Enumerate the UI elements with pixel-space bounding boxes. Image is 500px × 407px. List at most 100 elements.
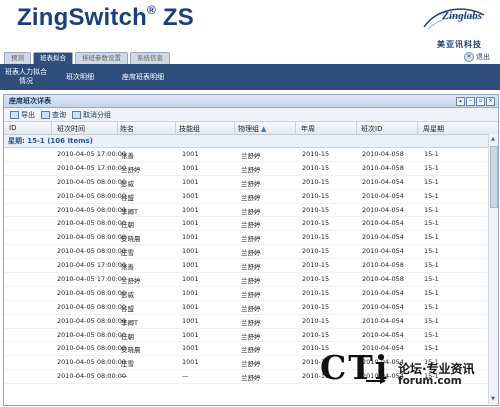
minimize-icon[interactable]: − <box>466 97 475 106</box>
scrollbar-thumb[interactable] <box>490 146 498 208</box>
logout-button[interactable]: ✕ 退出 <box>464 52 490 62</box>
cell-physical-group: 兰舒婷 <box>241 249 261 258</box>
cell-year-week: 2010-15 <box>302 177 330 186</box>
cell-physical-group: 兰舒婷 <box>241 277 261 286</box>
close-panel-icon[interactable]: × <box>486 97 495 106</box>
table-row[interactable]: 2010-04-05 08:00:00 谷盟 1001 兰舒婷 2010-15 2010-… <box>4 301 498 315</box>
column-header-weekday[interactable]: 周星期 <box>423 124 444 134</box>
export-button[interactable]: 导出 <box>10 110 35 120</box>
table-header: ID 班次时间 姓名 技能组 物理组 ▲ 年周 班次ID 周星期 <box>4 122 498 135</box>
cell-name: 张善 <box>121 152 134 160</box>
physical-group-label: 物理组 <box>238 125 259 133</box>
export-icon <box>10 110 19 119</box>
cell-year-week: 2010-15 <box>302 191 330 200</box>
table-row[interactable]: 2010-04-05 08:00:00 彭威 1001 兰舒婷 2010-15 2010-… <box>4 287 498 301</box>
subnav-shift-detail[interactable]: 班次明细 <box>52 72 108 82</box>
cell-skill-group: 1001 <box>182 219 199 228</box>
scroll-up-icon[interactable]: ▲ <box>490 136 496 142</box>
cell-name: 庄雪 <box>121 249 134 258</box>
forum-watermark: CTi 论坛·专业资讯 forum.com <box>318 348 500 407</box>
cell-skill-group: 1001 <box>182 275 199 284</box>
table-row[interactable]: 2010-04-05 08:00:00 任朝 1001 兰舒婷 2010-15 2010-… <box>4 329 498 343</box>
subnav-agent-schedule[interactable]: 座席班表明细 <box>108 72 178 82</box>
table-row[interactable]: 2010-04-05 08:00:00 彭威 1001 兰舒婷 2010-15 2010-… <box>4 176 498 190</box>
cell-physical-group: 兰舒婷 <box>241 193 261 202</box>
cell-year-week: 2010-15 <box>302 330 330 339</box>
cell-skill-group: — <box>182 372 189 381</box>
column-header-shift-time[interactable]: 班次时间 <box>57 124 85 134</box>
collapse-icon[interactable]: ▴ <box>456 97 465 106</box>
cell-skill-group: 1001 <box>182 288 199 297</box>
cell-shift-time: 2010-04-05 08:00:00 <box>57 372 127 381</box>
app-title-name: ZingSwitch <box>17 4 147 31</box>
table-row[interactable]: 2010-04-05 08:00:00 安晓晨 1001 兰舒婷 2010-15 2010… <box>4 231 498 246</box>
subnav-staffing-fit[interactable]: 班表人力拟合情况 <box>0 68 52 86</box>
cell-name: 兰舒婷 <box>121 277 141 286</box>
cell-shift-id: 2010-04-054 <box>362 302 404 311</box>
cell-skill-group: 1001 <box>182 233 199 242</box>
cell-name: 任朝 <box>121 221 134 230</box>
logout-label: 退出 <box>476 53 490 61</box>
cell-shift-id: 2010-04-058 <box>362 150 404 158</box>
table-row[interactable]: 2010-04-05 08:00:00 庄雪 1001 兰舒婷 2010-15 2010-… <box>4 245 498 260</box>
table-row[interactable]: 2010-04-05 08:00:00 李卿T 1001 兰舒婷 2010-15 2010… <box>4 204 498 218</box>
panel-title: 座席班次详表 <box>9 97 51 105</box>
column-header-id[interactable]: ID <box>9 124 16 132</box>
table-row[interactable]: 2010-04-05 08:00:00 任朝 1001 兰舒婷 2010-15 2010-… <box>4 217 498 232</box>
table-row[interactable]: 2010-04-05 17:00:00 张善 1001 兰舒婷 2010-15 2010-… <box>4 259 498 274</box>
cell-shift-id: 2010-04-058 <box>362 261 404 270</box>
cell-weekday: 15-1 <box>424 205 439 214</box>
cell-skill-group: 1001 <box>182 177 199 186</box>
cell-shift-id: 2010-04-054 <box>362 247 404 256</box>
tab-system-info[interactable]: 系统信息 <box>130 52 170 64</box>
column-header-physical-group[interactable]: 物理组 ▲ <box>238 124 266 134</box>
column-header-year-week[interactable]: 年周 <box>301 124 315 134</box>
cell-name: 兰舒婷 <box>121 165 141 174</box>
group-row[interactable]: 星期: 15-1 (106 Items) <box>4 135 498 148</box>
cell-shift-time: 2010-04-05 08:00:00 <box>57 177 127 186</box>
cell-physical-group: 兰舒婷 <box>241 263 261 272</box>
cell-name: 彭威 <box>121 290 134 299</box>
cell-shift-id: 2010-04-054 <box>362 191 404 200</box>
cell-physical-group: 兰舒婷 <box>241 318 261 327</box>
cell-name: 庄雪 <box>121 360 134 369</box>
cell-physical-group: 兰舒婷 <box>241 179 261 188</box>
cell-year-week: 2010-15 <box>302 247 330 256</box>
restore-icon[interactable]: ▫ <box>476 97 485 106</box>
sort-ascending-icon: ▲ <box>261 125 267 133</box>
cell-physical-group: 兰舒婷 <box>241 346 261 355</box>
tab-forecast[interactable]: 预测 <box>4 52 31 64</box>
cell-physical-group: 兰舒婷 <box>241 360 261 369</box>
cell-year-week: 2010-15 <box>302 205 330 214</box>
app-title: ZingSwitch® ZS <box>17 3 194 32</box>
table-row[interactable]: 2010-04-05 17:00:00 张善 1001 兰舒婷 2010-15 2010-… <box>4 148 498 162</box>
cell-shift-id: 2010-04-054 <box>362 233 404 242</box>
cell-skill-group: 1001 <box>182 163 199 172</box>
ungroup-button[interactable]: 取消分组 <box>72 110 111 120</box>
cell-weekday: 15-1 <box>424 247 439 256</box>
table-row[interactable]: 2010-04-05 17:00:00 兰舒婷 1001 兰舒婷 2010-15 2010… <box>4 273 498 287</box>
cell-weekday: 15-1 <box>424 330 439 339</box>
query-button[interactable]: 查询 <box>41 110 66 120</box>
cell-shift-id: 2010-04-054 <box>362 177 404 186</box>
table-row[interactable]: 2010-04-05 08:00:00 谷盟 1001 兰舒婷 2010-15 2010-… <box>4 190 498 204</box>
cell-name: 谷盟 <box>121 304 134 313</box>
cell-physical-group: 兰舒婷 <box>241 290 261 299</box>
table-row[interactable]: 2010-04-05 08:00:00 李卿T 1001 兰舒婷 2010-15 2010… <box>4 315 498 329</box>
cell-shift-time: 2010-04-05 08:00:00 <box>57 247 127 256</box>
tab-schedule-fit[interactable]: 班表拟合 <box>33 52 73 64</box>
cell-shift-time: 2010-04-05 17:00:00 <box>57 275 127 284</box>
tab-schedule-settings[interactable]: 排班参数设置 <box>75 52 128 64</box>
cell-year-week: 2010-15 <box>302 150 330 158</box>
cell-name: 安晓晨 <box>121 346 141 355</box>
column-header-name[interactable]: 姓名 <box>120 124 134 134</box>
cell-year-week: 2010-15 <box>302 275 330 284</box>
cell-shift-time: 2010-04-05 08:00:00 <box>57 288 127 297</box>
column-header-shift-id[interactable]: 班次ID <box>361 124 382 134</box>
cell-weekday: 15-1 <box>424 163 439 172</box>
table-row[interactable]: 2010-04-05 17:00:00 兰舒婷 1001 兰舒婷 2010-15 2010… <box>4 162 498 176</box>
panel-window-buttons: ▴ − ▫ × <box>456 97 495 106</box>
cell-shift-time: 2010-04-05 08:00:00 <box>57 330 127 339</box>
column-header-skill-group[interactable]: 技能组 <box>179 124 200 134</box>
cell-name: 李卿T <box>121 318 138 327</box>
